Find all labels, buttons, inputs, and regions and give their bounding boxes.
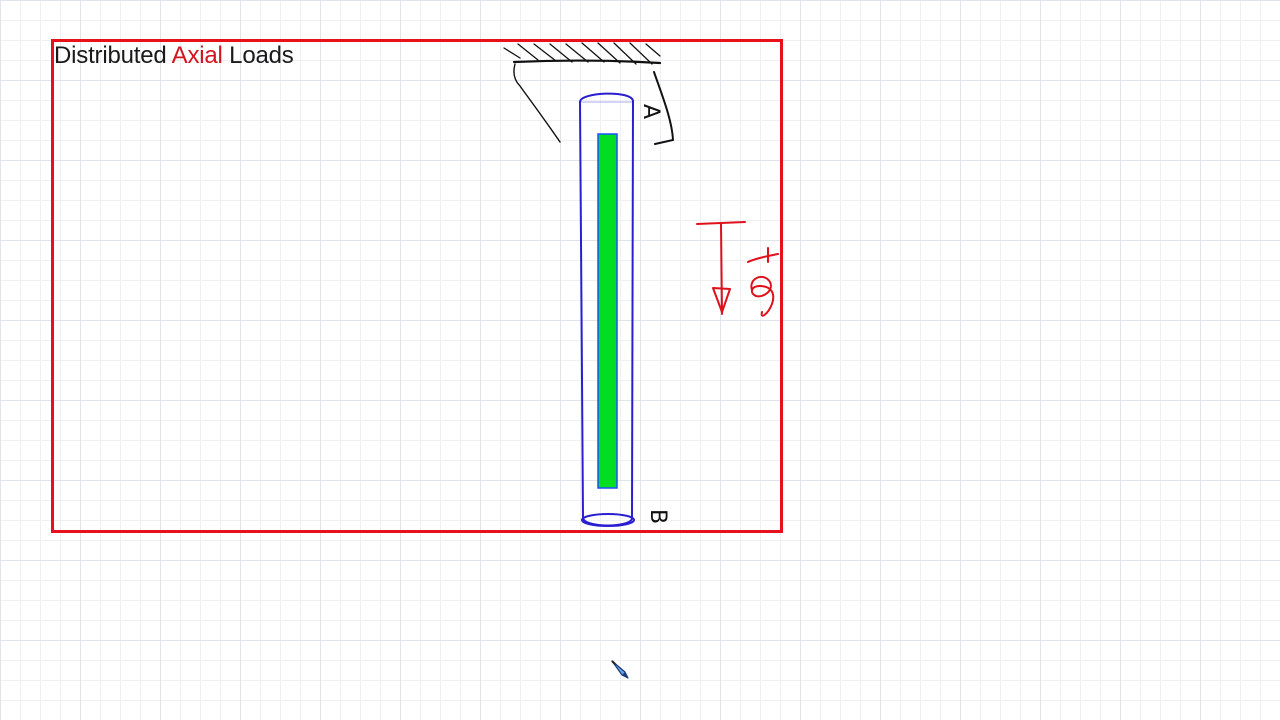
distributed-load-region (597, 133, 618, 489)
load-arrow (696, 221, 746, 315)
wall-support (503, 42, 662, 65)
load-symbol (747, 247, 779, 317)
point-a-label: A (638, 104, 663, 119)
point-b-label: B (645, 509, 670, 524)
axial-load-sketch: A B (503, 42, 779, 527)
pen-cursor-icon[interactable] (609, 658, 633, 682)
